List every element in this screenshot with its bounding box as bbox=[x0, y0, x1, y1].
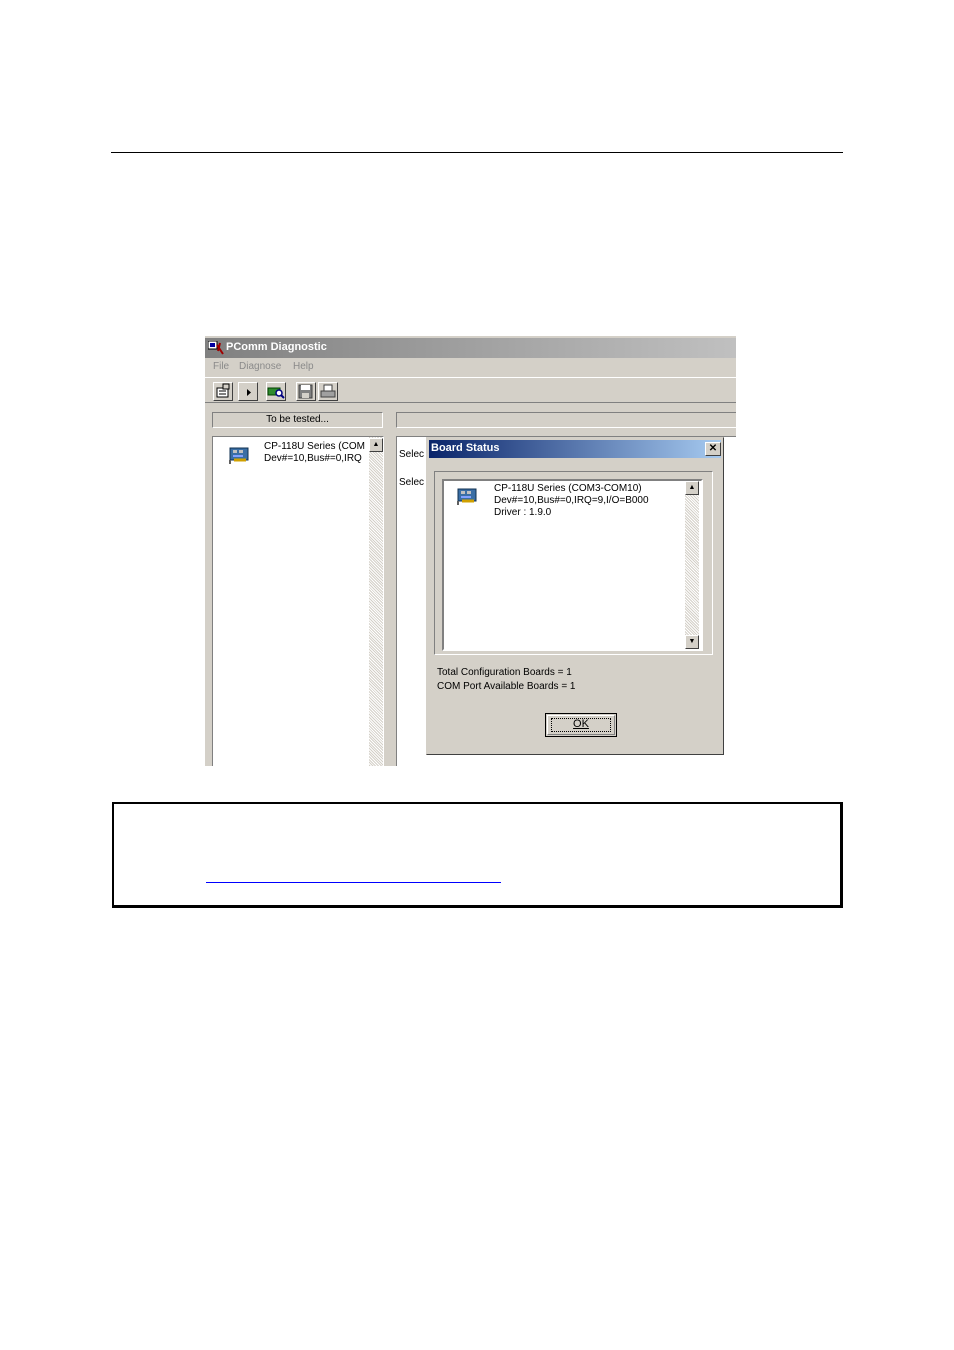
window-title: PComm Diagnostic bbox=[226, 341, 327, 353]
board-search-button[interactable] bbox=[266, 382, 286, 401]
run-icon bbox=[247, 389, 251, 396]
board-list-item[interactable]: CP-118U Series (COM Dev#=10,Bus#=0,IRQ bbox=[264, 441, 365, 465]
board-status-list: CP-118U Series (COM3-COM10) Dev#=10,Bus#… bbox=[442, 479, 703, 651]
total-boards-text: Total Configuration Boards = 1 bbox=[437, 667, 572, 678]
left-list-scrollbar[interactable]: ▲ bbox=[369, 437, 383, 766]
note-box bbox=[112, 802, 843, 908]
menu-help[interactable]: Help bbox=[293, 361, 314, 372]
window-titlebar: PComm Diagnostic bbox=[205, 338, 736, 358]
results-line-1: Selec bbox=[399, 449, 425, 460]
available-boards-text: COM Port Available Boards = 1 bbox=[437, 681, 576, 692]
header-rule bbox=[111, 152, 843, 153]
scroll-down-icon[interactable]: ▼ bbox=[685, 635, 699, 649]
board-details: Dev#=10,Bus#=0,IRQ bbox=[264, 453, 362, 464]
driver-version: Driver : 1.9.0 bbox=[494, 507, 552, 518]
note-link-underline[interactable] bbox=[206, 882, 501, 883]
to-be-tested-list: CP-118U Series (COM Dev#=10,Bus#=0,IRQ ▲ bbox=[212, 436, 384, 766]
menu-bar: File Diagnose Help bbox=[205, 358, 736, 377]
save-icon bbox=[298, 384, 313, 399]
properties-button[interactable] bbox=[213, 382, 233, 401]
dialog-title: Board Status bbox=[431, 442, 500, 454]
app-icon bbox=[208, 341, 224, 355]
print-button[interactable] bbox=[318, 382, 338, 401]
close-button[interactable]: ✕ bbox=[705, 442, 721, 456]
board-name: CP-118U Series (COM3-COM10) bbox=[494, 483, 642, 494]
panel-splitter[interactable] bbox=[387, 406, 393, 766]
properties-icon bbox=[216, 383, 230, 398]
board-status-dialog: Board Status ✕ CP-118U Series (COM3-COM1… bbox=[426, 437, 724, 755]
menu-file[interactable]: File bbox=[213, 361, 229, 372]
close-icon: ✕ bbox=[708, 443, 718, 454]
dialog-list-scrollbar[interactable]: ▲ ▼ bbox=[685, 481, 699, 649]
save-button[interactable] bbox=[296, 382, 316, 401]
board-name: CP-118U Series (COM bbox=[264, 441, 365, 452]
ok-button-label: OK bbox=[573, 718, 589, 730]
board-search-icon bbox=[267, 387, 285, 399]
results-header bbox=[396, 412, 736, 428]
pci-board-icon bbox=[457, 488, 477, 505]
dialog-titlebar: Board Status ✕ bbox=[429, 440, 721, 458]
ok-button[interactable]: OK bbox=[545, 713, 617, 737]
print-icon bbox=[320, 384, 336, 398]
toolbar bbox=[205, 377, 736, 403]
results-line-2: Selec bbox=[399, 477, 425, 488]
to-be-tested-header[interactable]: To be tested... bbox=[212, 412, 383, 428]
board-details: Dev#=10,Bus#=0,IRQ=9,I/O=B000 bbox=[494, 495, 649, 506]
scroll-up-icon[interactable]: ▲ bbox=[369, 438, 383, 452]
board-list-group: CP-118U Series (COM3-COM10) Dev#=10,Bus#… bbox=[434, 471, 713, 655]
menu-diagnose[interactable]: Diagnose bbox=[239, 361, 281, 372]
board-status-item[interactable]: CP-118U Series (COM3-COM10) Dev#=10,Bus#… bbox=[494, 483, 649, 519]
scroll-up-icon[interactable]: ▲ bbox=[685, 481, 699, 495]
pci-board-icon bbox=[229, 447, 249, 464]
run-button[interactable] bbox=[238, 382, 258, 401]
